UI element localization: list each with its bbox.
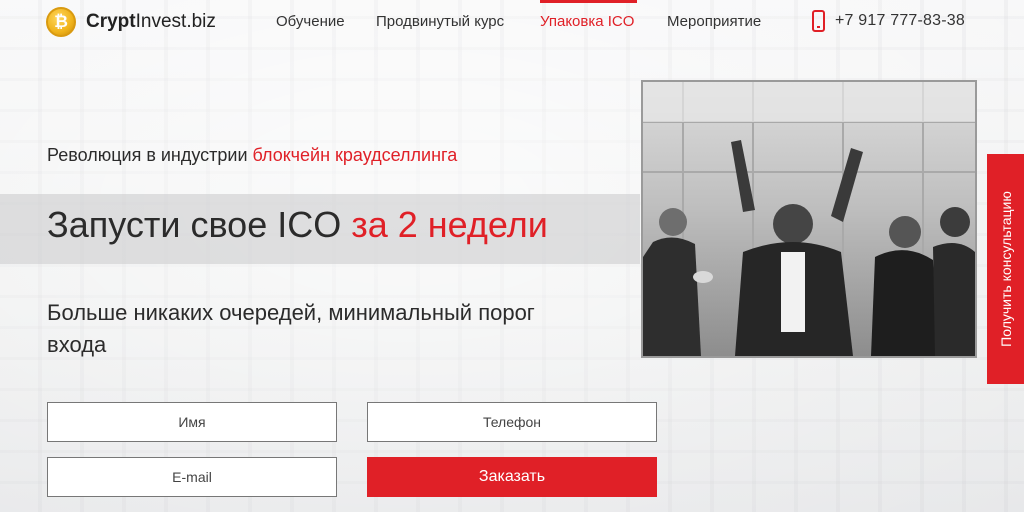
- title-accent: за 2 недели: [351, 204, 548, 245]
- mobile-phone-icon: [812, 10, 825, 32]
- bitcoin-icon: ₿: [46, 7, 76, 37]
- phone-input[interactable]: Телефон: [367, 402, 657, 442]
- logo[interactable]: ₿ CryptInvest.biz: [46, 7, 216, 37]
- hero-title: Запусти свое ICO за 2 недели: [47, 204, 548, 246]
- subhead-accent: блокчейн краудселлинга: [252, 145, 458, 165]
- side-tab-label: Получить консультацию: [997, 191, 1014, 347]
- nav-item-ico-packaging[interactable]: Упаковка ICO: [540, 13, 634, 30]
- subhead-prefix: Революция в индустрии: [47, 145, 253, 165]
- email-input[interactable]: E-mail: [47, 457, 337, 497]
- consultation-side-tab[interactable]: Получить консультацию: [987, 154, 1024, 384]
- logo-text: CryptInvest.biz: [86, 11, 216, 33]
- phone-number: +7 917 777-83-38: [835, 12, 965, 29]
- logo-text-rest: Invest.biz: [135, 11, 216, 32]
- phone-contact[interactable]: +7 917 777-83-38: [812, 10, 965, 32]
- nav-item-advanced-course[interactable]: Продвинутый курс: [376, 13, 504, 30]
- name-input[interactable]: Имя: [47, 402, 337, 442]
- hero-lead: Больше никаких очередей, минимальный пор…: [47, 300, 535, 357]
- nav-item-training[interactable]: Обучение: [276, 13, 345, 30]
- hero-subheading: Революция в индустрии блокчейн краудселл…: [47, 145, 457, 166]
- celebrating-people-illustration: [643, 82, 975, 356]
- title-prefix: Запусти свое ICO: [47, 204, 352, 245]
- active-nav-indicator: [540, 0, 637, 3]
- hero-photo: [641, 80, 977, 358]
- site-header: ₿ CryptInvest.biz Обучение Продвинутый к…: [0, 0, 1024, 44]
- logo-text-bold: Crypt: [86, 11, 136, 32]
- nav-item-event[interactable]: Мероприятие: [667, 13, 761, 30]
- order-button[interactable]: Заказать: [367, 457, 657, 497]
